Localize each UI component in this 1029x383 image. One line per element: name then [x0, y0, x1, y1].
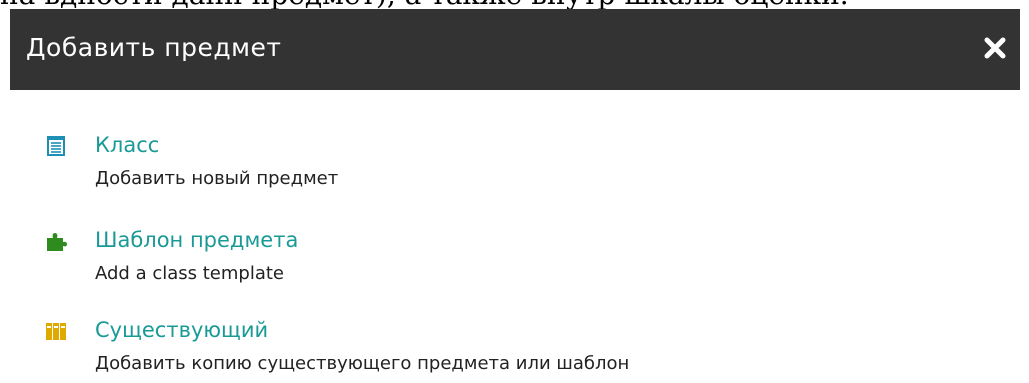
option-existing-label[interactable]: Существующий: [95, 315, 268, 345]
option-existing-description: Добавить копию существующего предмета ил…: [95, 353, 630, 374]
notebook-icon: [47, 136, 65, 156]
option-template-description: Add a class template: [95, 263, 284, 284]
puzzle-icon: [47, 233, 67, 251]
option-class-label[interactable]: Класс: [95, 130, 159, 160]
option-template[interactable]: Шаблон предмета Add a class template: [45, 225, 565, 291]
option-class[interactable]: Класс Добавить новый предмет: [45, 130, 565, 196]
close-icon: [984, 37, 1006, 59]
option-class-description: Добавить новый предмет: [95, 168, 339, 189]
dialog-header: Добавить предмет: [10, 9, 1020, 90]
option-existing[interactable]: Существующий Добавить копию существующег…: [45, 315, 745, 381]
books-icon: [46, 323, 66, 340]
close-button[interactable]: [980, 33, 1010, 63]
option-template-label[interactable]: Шаблон предмета: [95, 225, 298, 255]
dialog-title: Добавить предмет: [26, 33, 282, 62]
